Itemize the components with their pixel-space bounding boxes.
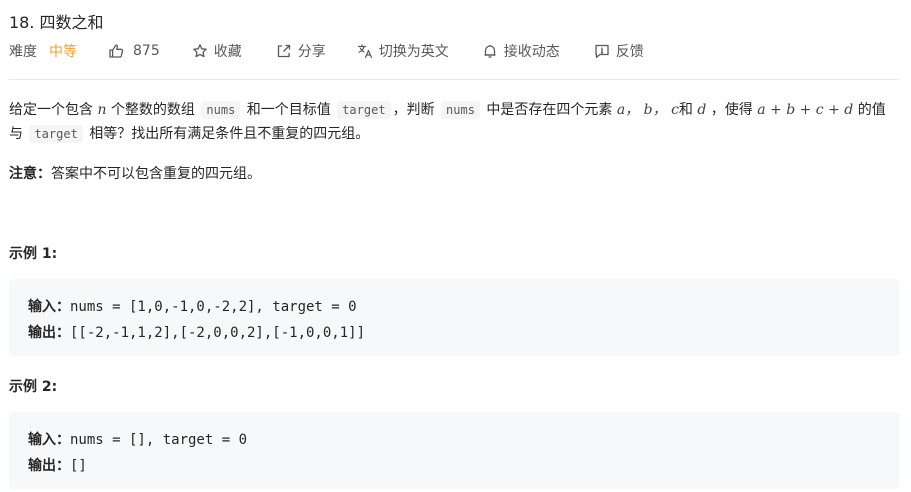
difficulty-label: 难度	[9, 44, 37, 60]
header-divider	[9, 79, 899, 80]
example-2-block: 输入：nums = [], target = 0 输出：[]	[9, 412, 899, 489]
star-icon	[192, 43, 208, 59]
example-2-output: 输出：[]	[28, 458, 87, 474]
note-text: 答案中不可以包含重复的四元组。	[51, 166, 261, 182]
follow-button[interactable]: 接收动态	[482, 41, 560, 61]
problem-title: 18. 四数之和	[9, 13, 104, 32]
feedback-icon	[594, 43, 610, 59]
problem-description: 给定一个包含 n 个整数的数组 nums 和一个目标值 target ，判断 nu…	[9, 101, 886, 143]
problem-toolbar: 难度 中等 875 收藏 分享 切换为英文 接收动态 反馈	[9, 41, 644, 61]
favorite-button[interactable]: 收藏	[192, 41, 242, 61]
example-1-output: 输出：[[-2,-1,1,2],[-2,0,0,2],[-1,0,0,1]]	[28, 325, 366, 341]
translate-button[interactable]: 切换为英文	[357, 41, 449, 61]
inline-code: nums	[201, 101, 241, 119]
share-label: 分享	[297, 44, 326, 60]
inline-code: target	[29, 125, 83, 143]
example-2-input: 输入：nums = [], target = 0	[28, 432, 248, 448]
inline-code: nums	[441, 101, 480, 119]
translate-label: 切换为英文	[378, 44, 449, 60]
example-1-title: 示例 1:	[9, 246, 58, 262]
difficulty-value: 中等	[49, 44, 77, 60]
favorite-label: 收藏	[213, 44, 242, 60]
example-1-input: 输入：nums = [1,0,-1,0,-2,2], target = 0	[28, 299, 357, 315]
thumbs-up-icon	[108, 43, 124, 59]
inline-code: target	[337, 101, 391, 119]
note-label: 注意：	[9, 166, 51, 182]
bell-icon	[482, 43, 498, 59]
feedback-button[interactable]: 反馈	[594, 41, 644, 61]
feedback-label: 反馈	[615, 44, 644, 60]
like-count: 875	[133, 43, 160, 59]
translate-icon	[357, 43, 373, 59]
share-button[interactable]: 分享	[276, 41, 326, 61]
example-2-title: 示例 2:	[9, 379, 58, 395]
follow-label: 接收动态	[503, 44, 560, 60]
share-icon	[276, 43, 292, 59]
like-button[interactable]: 875	[108, 43, 160, 59]
note: 注意：答案中不可以包含重复的四元组。	[9, 162, 261, 186]
example-1-block: 输入：nums = [1,0,-1,0,-2,2], target = 0 输出…	[9, 279, 899, 356]
